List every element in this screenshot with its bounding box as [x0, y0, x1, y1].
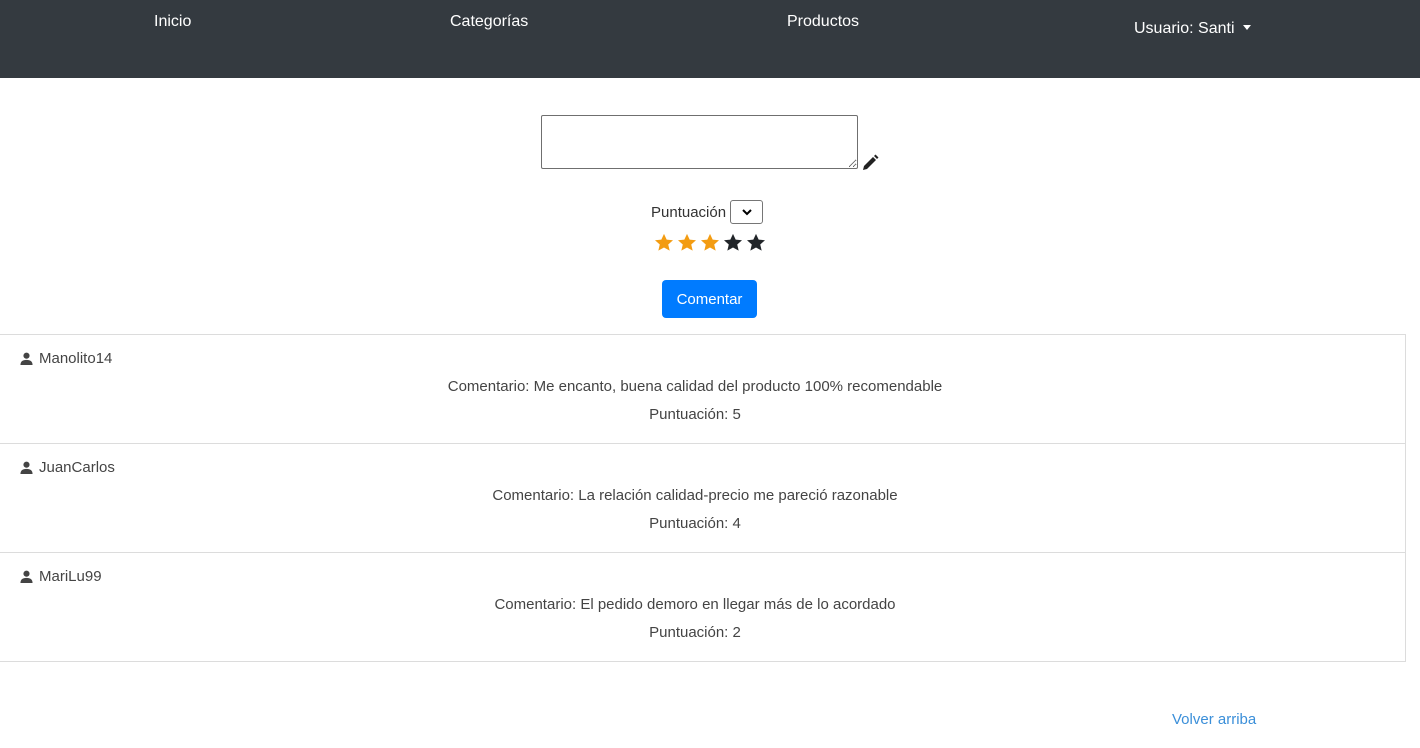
comment-author-name: Manolito14 [39, 350, 113, 367]
comment-textarea[interactable] [541, 115, 858, 169]
comment-author-name: JuanCarlos [39, 459, 115, 476]
caret-down-icon [1242, 25, 1251, 30]
user-dropdown-label: Usuario: Santi [1134, 20, 1235, 37]
nav-link-categorias[interactable]: Categorías [450, 13, 528, 31]
star-icon[interactable] [746, 233, 766, 253]
score-select[interactable] [730, 200, 764, 224]
comment-item: JuanCarlos Comentario: La relación calid… [0, 444, 1405, 553]
comment-text: Comentario: La relación calidad-precio m… [492, 487, 898, 504]
comment-submit-button[interactable]: Comentar [662, 280, 757, 318]
comment-text: Comentario: Me encanto, buena calidad de… [447, 378, 943, 395]
star-icon[interactable] [723, 233, 743, 253]
comment-author: JuanCarlos [20, 459, 115, 476]
comment-item: Manolito14 Comentario: Me encanto, buena… [0, 335, 1405, 444]
comment-score: Puntuación: 2 [649, 624, 741, 641]
score-label: Puntuación [651, 203, 727, 221]
user-icon [20, 570, 33, 583]
comment-author: MariLu99 [20, 568, 102, 585]
comment-score: Puntuación: 4 [649, 515, 741, 532]
star-icon[interactable] [677, 233, 697, 253]
comment-item: MariLu99 Comentario: El pedido demoro en… [0, 553, 1405, 662]
comment-author-name: MariLu99 [39, 568, 102, 585]
comment-list: Manolito14 Comentario: Me encanto, buena… [0, 334, 1406, 662]
user-icon [20, 461, 33, 474]
pencil-icon [861, 154, 879, 172]
nav-link-productos[interactable]: Productos [787, 13, 859, 31]
top-navbar: Inicio Categorías Productos Usuario: San… [0, 0, 1420, 78]
comment-score: Puntuación: 5 [649, 406, 741, 423]
user-dropdown[interactable]: Usuario: Santi [1134, 20, 1251, 38]
comment-author: Manolito14 [20, 350, 112, 367]
chevron-down-icon [741, 208, 752, 215]
star-icon[interactable] [654, 233, 674, 253]
back-to-top-link[interactable]: Volver arriba [1172, 711, 1256, 728]
score-row: Puntuación [651, 200, 764, 224]
user-icon [20, 352, 33, 365]
rating-stars [654, 233, 766, 253]
star-icon[interactable] [700, 233, 720, 253]
nav-link-inicio[interactable]: Inicio [154, 13, 191, 31]
comment-text: Comentario: El pedido demoro en llegar m… [494, 596, 896, 613]
